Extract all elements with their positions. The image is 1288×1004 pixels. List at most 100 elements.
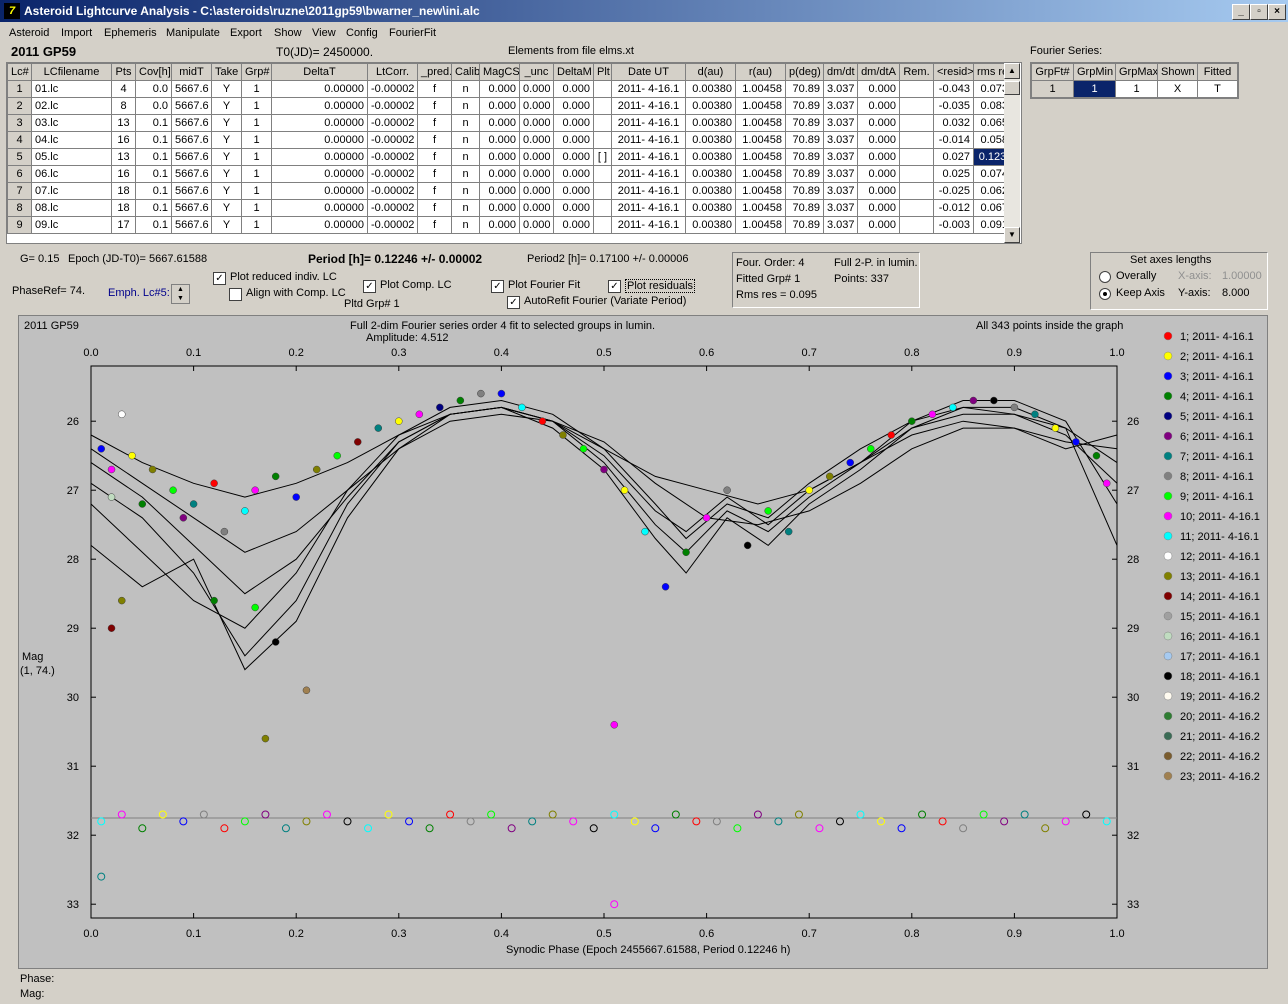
data-point <box>179 514 188 522</box>
legend-marker <box>1163 751 1173 761</box>
y-tick-label: 30 <box>1127 692 1139 704</box>
x-tick-label: 0.7 <box>802 928 817 940</box>
data-point <box>990 396 998 405</box>
x-tick-label: 0.0 <box>83 347 98 359</box>
data-point <box>169 486 177 494</box>
x-tick-label: 0.9 <box>1007 347 1022 359</box>
data-point <box>610 721 619 729</box>
y-tick-label: 28 <box>67 554 79 566</box>
legend-marker <box>1163 511 1173 521</box>
legend-label: 17; 2011- 4-16.1 <box>1180 651 1260 663</box>
data-point <box>302 686 311 695</box>
x-tick-label: 0.6 <box>699 347 714 359</box>
data-point <box>118 596 126 605</box>
status-phase: Phase: <box>20 973 55 985</box>
legend-marker <box>1163 491 1173 501</box>
data-point <box>1051 424 1060 432</box>
data-point <box>682 548 690 557</box>
data-point <box>374 424 383 432</box>
legend-marker <box>1163 731 1173 741</box>
y-tick-label: 31 <box>67 761 79 773</box>
y-tick-label: 33 <box>1127 899 1139 911</box>
legend-marker <box>1163 471 1173 481</box>
data-point <box>805 486 813 494</box>
x-tick-label: 0.4 <box>494 347 509 359</box>
data-point <box>784 527 793 536</box>
data-point <box>107 465 116 474</box>
data-point <box>415 410 424 419</box>
x-tick-label: 0.1 <box>186 928 201 940</box>
data-point <box>764 507 772 515</box>
data-point <box>118 410 126 419</box>
x-tick-label: 0.8 <box>904 347 919 359</box>
y-tick-label: 27 <box>1127 485 1139 497</box>
y-tick-label: 33 <box>67 899 79 911</box>
data-point <box>436 403 444 412</box>
data-point <box>908 417 916 425</box>
data-point <box>477 389 485 398</box>
x-tick-label: 0.0 <box>83 928 98 940</box>
y-tick-label: 32 <box>67 830 79 842</box>
data-point <box>251 486 259 494</box>
data-point <box>969 396 978 405</box>
x-tick-label: 0.1 <box>186 347 201 359</box>
data-point <box>846 458 854 467</box>
legend-label: 1; 2011- 4-16.1 <box>1180 331 1254 343</box>
status-mag: Mag: <box>20 988 45 1000</box>
x-tick-label: 0.3 <box>391 347 406 359</box>
legend-label: 14; 2011- 4-16.1 <box>1180 591 1260 603</box>
data-point <box>497 389 506 398</box>
data-point <box>559 431 567 439</box>
data-point <box>354 438 362 446</box>
data-point <box>887 431 896 439</box>
legend-marker <box>1163 331 1173 341</box>
legend-label: 20; 2011- 4-16.2 <box>1180 711 1260 723</box>
data-point <box>723 486 731 494</box>
data-point <box>1102 479 1111 488</box>
y-tick-label: 30 <box>67 692 79 704</box>
legend-label: 16; 2011- 4-16.1 <box>1180 631 1260 643</box>
lightcurve-chart[interactable]: 0.0 0.0 0.1 0.1 0.2 0.2 0.3 0.3 0.4 0.4 0.5 0.5 0.6 0… <box>0 0 1288 1004</box>
x-tick-label: 0.4 <box>494 928 509 940</box>
legend-label: 15; 2011- 4-16.1 <box>1180 611 1260 623</box>
x-tick-label: 0.2 <box>289 928 304 940</box>
legend-marker <box>1163 771 1173 781</box>
x-tick-label: 0.9 <box>1007 928 1022 940</box>
data-point <box>456 396 465 405</box>
data-point <box>312 465 321 474</box>
x-tick-label: 1.0 <box>1109 928 1124 940</box>
data-point <box>97 445 106 453</box>
legend-marker <box>1163 391 1173 401</box>
legend-marker <box>1163 551 1173 561</box>
legend-label: 5; 2011- 4-16.1 <box>1180 411 1254 423</box>
legend-label: 7; 2011- 4-16.1 <box>1180 451 1254 463</box>
x-tick-label: 0.5 <box>596 347 611 359</box>
data-point <box>928 410 937 419</box>
legend-marker <box>1163 711 1173 721</box>
legend-label: 18; 2011- 4-16.1 <box>1180 671 1260 683</box>
x-tick-label: 0.7 <box>802 347 817 359</box>
data-point <box>271 638 280 646</box>
legend-marker <box>1163 631 1173 641</box>
legend-label: 19; 2011- 4-16.2 <box>1180 691 1260 703</box>
x-tick-label: 0.8 <box>904 928 919 940</box>
data-point <box>210 596 218 605</box>
legend-label: 6; 2011- 4-16.1 <box>1180 431 1254 443</box>
data-point <box>138 500 147 508</box>
legend-label: 22; 2011- 4-16.2 <box>1180 751 1260 763</box>
data-point <box>292 493 300 501</box>
data-point <box>333 451 341 460</box>
data-point <box>107 624 116 632</box>
data-point <box>251 603 259 612</box>
legend-label: 13; 2011- 4-16.1 <box>1180 571 1260 583</box>
data-point <box>538 417 547 425</box>
y-tick-label: 26 <box>67 416 79 428</box>
legend-label: 11; 2011- 4-16.1 <box>1180 531 1259 543</box>
data-point <box>867 445 875 453</box>
x-tick-label: 0.2 <box>289 347 304 359</box>
data-point <box>825 472 834 481</box>
data-point <box>1010 403 1019 412</box>
data-point <box>949 403 957 412</box>
legend-marker <box>1163 431 1173 441</box>
data-point <box>1092 451 1101 460</box>
